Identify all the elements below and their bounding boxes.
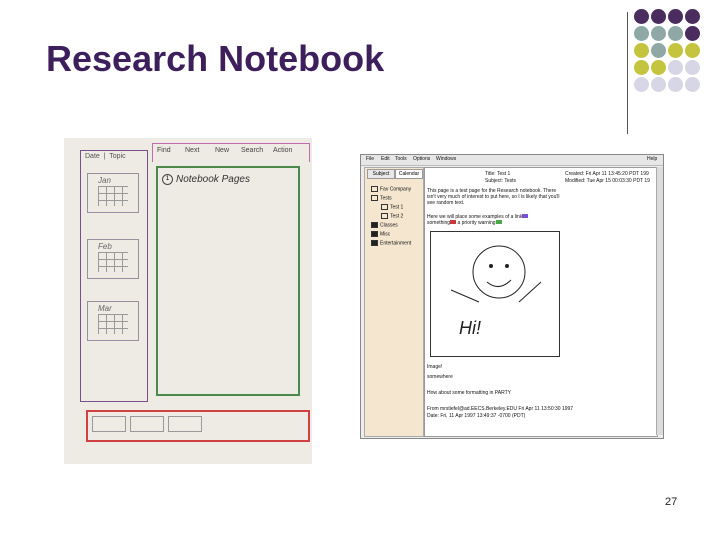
- decorative-dot: [634, 26, 649, 41]
- decorative-dot: [651, 43, 666, 58]
- sidebar: Subject Calendar Fav Company Tests Test …: [364, 167, 424, 437]
- decorative-dot: [634, 9, 649, 24]
- decorative-dot: [685, 9, 700, 24]
- sketch-tab-strip: Find Next New Search Action: [152, 143, 310, 162]
- sketch-bottom-item: [92, 416, 126, 432]
- sketch-month: Mar: [87, 301, 139, 341]
- vertical-scrollbar[interactable]: [656, 167, 663, 435]
- embedded-drawing: Hi!: [430, 231, 560, 357]
- decorative-dot: [651, 26, 666, 41]
- menu-bar: File Edit Tools Options Windows Help: [361, 155, 663, 166]
- menu-windows[interactable]: Windows: [436, 156, 456, 162]
- folder-icon: [371, 186, 378, 192]
- decorative-dot: [651, 60, 666, 75]
- decorative-dot: [685, 26, 700, 41]
- decorative-dot: [668, 9, 683, 24]
- decorative-dot: [668, 26, 683, 41]
- menu-edit[interactable]: Edit: [381, 156, 390, 162]
- sketch-left-panel: Date | Topic Jan Feb Mar: [80, 150, 148, 402]
- menu-options[interactable]: Options: [413, 156, 430, 162]
- folder-filled-icon: [371, 231, 378, 237]
- body-paragraph-links: Here we will place some examples of a li…: [427, 214, 577, 226]
- decorative-dot: [634, 43, 649, 58]
- decorative-dot: [651, 77, 666, 92]
- tab-subject[interactable]: Subject: [367, 169, 395, 179]
- drawing-hi-text: Hi!: [459, 318, 481, 338]
- sketch-tab-date: Date: [85, 153, 100, 160]
- page-title-field: Title: Test 1: [485, 171, 511, 177]
- notebook-page-view[interactable]: Title: Test 1 Subject: Tests Created: Fr…: [424, 167, 658, 437]
- tab-calendar[interactable]: Calendar: [395, 169, 423, 179]
- decorative-dot: [634, 77, 649, 92]
- slide-title: Research Notebook: [46, 38, 385, 79]
- email-from-line: From mrstiefel@ad.EECS.Berkeley.EDU Fri …: [427, 406, 574, 412]
- page-number: 27: [665, 496, 678, 508]
- decorative-divider: [627, 12, 628, 134]
- folder-filled-icon: [371, 222, 378, 228]
- sketch-tab: Find: [157, 147, 171, 154]
- menu-file[interactable]: File: [366, 156, 374, 162]
- tree-item-misc[interactable]: Misc: [371, 231, 390, 237]
- decorative-dot: [668, 77, 683, 92]
- sketch-tab-topic: Topic: [109, 153, 126, 160]
- created-timestamp: Created: Fri Apr 11 13:45:20 PDT 199: [565, 171, 649, 177]
- image-caption: Image!: [427, 364, 443, 370]
- tree-item-entertainment[interactable]: Entertainment: [371, 240, 411, 246]
- email-date-line: Date: Fri, 11 Apr 1997 13:49:37 -0700 (P…: [427, 413, 526, 419]
- sketch-tab: Search: [241, 147, 264, 154]
- sketch-page-title: Notebook Pages: [176, 174, 250, 185]
- tree-item-test-2[interactable]: Test 2: [381, 213, 403, 219]
- sketch-tab: Next: [185, 147, 200, 154]
- signature-line: somewhere: [427, 374, 453, 380]
- sketch-month: Jan: [87, 173, 139, 213]
- sketch-left-tabs: Date | Topic: [85, 153, 126, 160]
- sketch-month: Feb: [87, 239, 139, 279]
- body-paragraph: This page is a test page for the Researc…: [427, 188, 560, 206]
- folder-open-icon: [371, 195, 378, 201]
- decorative-dot: [685, 43, 700, 58]
- decorative-dot: [668, 43, 683, 58]
- sketch-bottom-item: [168, 416, 202, 432]
- app-window: File Edit Tools Options Windows Help Sub…: [360, 154, 664, 439]
- menu-help[interactable]: Help: [647, 156, 657, 162]
- tree-item-fav-company[interactable]: Fav Company: [371, 186, 411, 192]
- sketch-bottom-item: [130, 416, 164, 432]
- sketch-notebook-page: 1 Notebook Pages: [156, 166, 300, 396]
- sketch-bottom-bar: [86, 410, 310, 442]
- modified-timestamp: Modified: Tue Apr 15 00:03:30 PDT 19: [565, 178, 650, 184]
- decorative-dot: [668, 60, 683, 75]
- menu-tools[interactable]: Tools: [395, 156, 407, 162]
- tree-item-classes[interactable]: Classes: [371, 222, 398, 228]
- folder-filled-icon: [371, 240, 378, 246]
- decorative-dot: [651, 9, 666, 24]
- tree-item-test-1[interactable]: Test 1: [381, 204, 403, 210]
- decorative-dot: [634, 60, 649, 75]
- page-icon: [381, 204, 388, 210]
- page-icon: [381, 213, 388, 219]
- sketch-tab: New: [215, 147, 230, 154]
- sketch-tab: Action: [273, 147, 293, 154]
- formatting-line: How about some formatting in PARTY: [427, 390, 512, 396]
- decorative-dot: [685, 77, 700, 92]
- page-subject-field: Subject: Tests: [485, 178, 517, 184]
- decorative-dot: [685, 60, 700, 75]
- tree-item-tests[interactable]: Tests: [371, 195, 392, 201]
- sketch-page-number: 1: [162, 174, 173, 185]
- paper-prototype-sketch: Date | Topic Jan Feb Mar Find Next New S…: [64, 138, 312, 464]
